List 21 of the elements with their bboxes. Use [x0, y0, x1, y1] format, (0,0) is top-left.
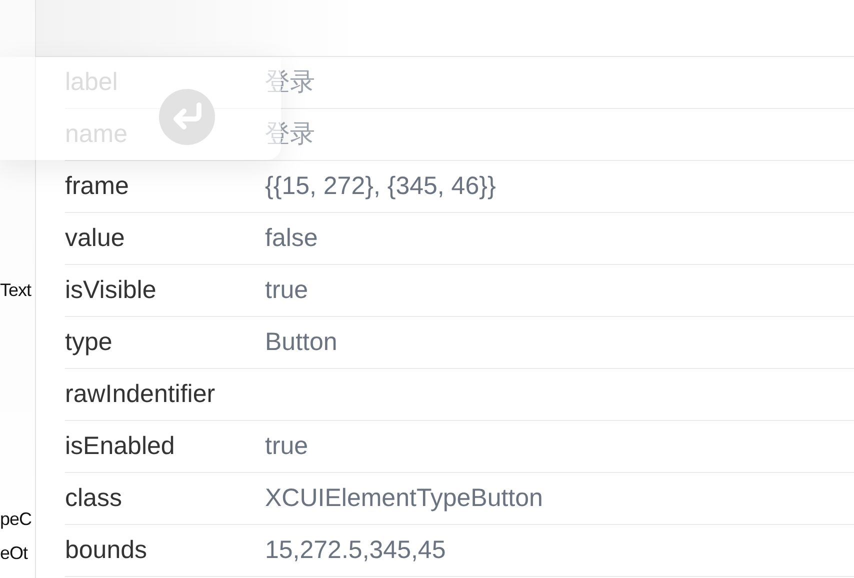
property-name: value — [65, 224, 125, 252]
tree-node-label[interactable]: peC — [0, 507, 32, 531]
property-name: type — [65, 328, 112, 356]
property-name: isEnabled — [65, 432, 175, 460]
property-value: 登录 — [265, 66, 315, 98]
property-value: true — [265, 274, 308, 306]
tree-node-label[interactable]: eOt — [0, 541, 28, 565]
property-value: XCUIElementTypeButton — [265, 482, 543, 514]
property-name: isVisible — [65, 276, 156, 304]
property-name: rawIndentifier — [65, 380, 216, 408]
property-name: frame — [65, 172, 129, 200]
property-name: bounds — [65, 536, 148, 564]
property-value: 15,272.5,345,45 — [265, 534, 446, 566]
property-value: 登录 — [265, 118, 315, 150]
property-name: class — [65, 484, 122, 512]
property-value: false — [265, 222, 318, 254]
property-value: {{15, 272}, {345, 46}} — [265, 170, 496, 202]
property-value: Button — [265, 326, 338, 358]
return-icon[interactable] — [159, 89, 215, 145]
property-value: true — [265, 430, 308, 462]
tree-node-label[interactable]: Text — [0, 278, 32, 302]
